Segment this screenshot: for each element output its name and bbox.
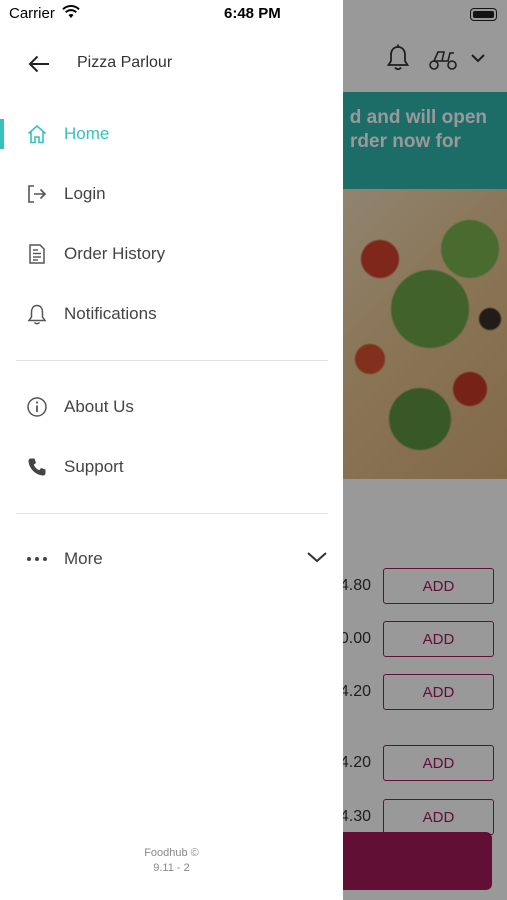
wifi-icon [62, 5, 80, 24]
bell-icon [25, 302, 49, 326]
carrier-label: Carrier [9, 5, 55, 22]
menu-label-order-history: Order History [64, 244, 166, 263]
menu-item-more[interactable]: More [0, 534, 343, 584]
menu-divider [16, 513, 328, 514]
menu-item-notifications[interactable]: Notifications [0, 289, 343, 339]
chevron-down-icon[interactable] [306, 550, 328, 569]
menu-divider [16, 360, 328, 361]
menu-item-login[interactable]: Login [0, 169, 343, 219]
menu-label-more: More [64, 549, 103, 568]
menu-label-support: Support [64, 457, 124, 476]
status-bar: Carrier 6:48 PM [0, 0, 343, 30]
receipt-icon [25, 242, 49, 266]
menu-item-home[interactable]: Home [0, 109, 343, 159]
menu-label-login: Login [64, 184, 106, 203]
menu-item-order-history[interactable]: Order History [0, 229, 343, 279]
menu-label-notifications: Notifications [64, 304, 157, 323]
phone-icon [25, 455, 49, 479]
restaurant-name: Pizza Parlour [77, 54, 173, 71]
menu-label-home: Home [64, 124, 110, 143]
app-footer: Foodhub © 9.11 - 2 [0, 846, 343, 876]
drawer-header: Pizza Parlour [0, 40, 343, 88]
login-icon [25, 182, 49, 206]
info-icon [25, 395, 49, 419]
menu-label-about-us: About Us [64, 397, 134, 416]
footer-brand: Foodhub © [144, 847, 199, 859]
footer-version: 9.11 - 2 [153, 862, 190, 874]
back-arrow-icon[interactable] [22, 50, 56, 78]
more-dots-icon [25, 547, 49, 571]
menu-item-about-us[interactable]: About Us [0, 382, 343, 432]
home-icon [25, 122, 49, 146]
side-drawer: Carrier 6:48 PM Pizza Parlour Home Login… [0, 0, 343, 900]
status-time: 6:48 PM [224, 5, 281, 22]
menu-item-support[interactable]: Support [0, 442, 343, 492]
